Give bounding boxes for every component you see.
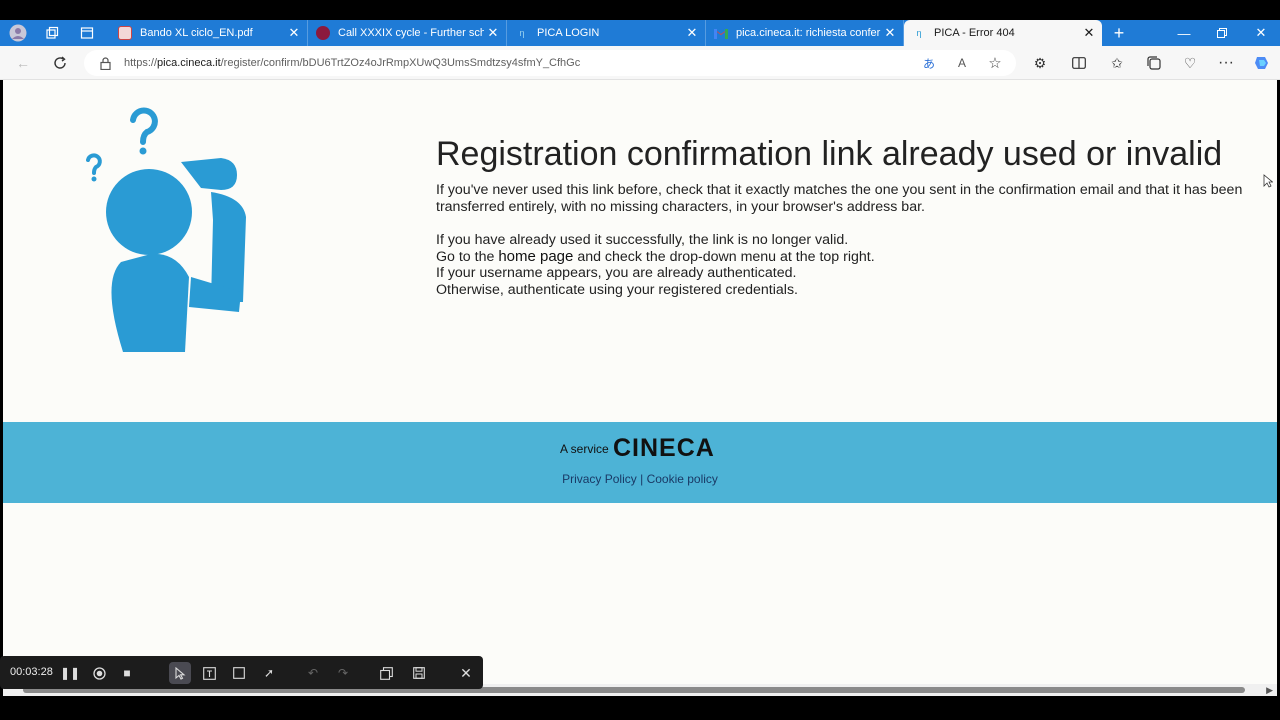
undo-icon[interactable]: ↶	[302, 662, 324, 684]
tab-bando-pdf[interactable]: Bando XL ciclo_EN.pdf ✕	[110, 20, 308, 46]
pica-icon: ƞ	[916, 28, 922, 38]
refresh-icon[interactable]	[49, 52, 71, 74]
split-screen-icon[interactable]	[1068, 52, 1090, 74]
authenticate-line: Otherwise, authenticate using your regis…	[436, 281, 798, 298]
more-menu-icon[interactable]: ···	[1215, 52, 1237, 74]
footer-links: Privacy Policy | Cookie policy	[3, 472, 1277, 486]
gmail-icon	[714, 26, 728, 40]
new-tab-button[interactable]: +	[1108, 23, 1130, 43]
tab-title: Call XXXIX cycle - Further schola	[338, 27, 484, 39]
site-icon	[316, 26, 330, 40]
tab-pica-login[interactable]: ƞ PICA LOGIN ✕	[507, 20, 706, 46]
instructions-paragraph: If you've never used this link before, c…	[436, 182, 1243, 215]
close-icon[interactable]: ✕	[683, 24, 701, 42]
translate-icon[interactable]: あ	[918, 52, 940, 74]
tab-title: PICA LOGIN	[537, 27, 600, 39]
close-window-button[interactable]: ✕	[1242, 20, 1280, 46]
tab-call-xxxix[interactable]: Call XXXIX cycle - Further schola ✕	[308, 20, 507, 46]
stop-icon[interactable]: ■	[116, 662, 138, 684]
read-aloud-icon[interactable]: A	[951, 52, 973, 74]
already-used-paragraph: If you have already used it successfully…	[436, 232, 1266, 298]
service-label: A service	[560, 442, 609, 456]
pica-icon: ƞ	[519, 28, 525, 38]
home-line-suffix: and check the drop-down menu at the top …	[573, 248, 875, 265]
already-used-line: If you have already used it successfully…	[436, 232, 849, 248]
tab-actions-icon[interactable]	[76, 23, 98, 43]
arrow-tool-icon[interactable]: ➚	[258, 662, 280, 684]
page-title: Registration confirmation link already u…	[436, 135, 1223, 173]
mouse-cursor-icon	[1263, 174, 1273, 188]
pause-icon[interactable]: ❚❚	[59, 662, 81, 684]
favorites-icon[interactable]: ✩	[1106, 52, 1128, 74]
pointer-tool-icon[interactable]	[169, 662, 191, 684]
favorite-star-icon[interactable]: ☆	[984, 52, 1006, 74]
save-icon[interactable]	[408, 662, 430, 684]
url-path: /register/confirm/bDU6TrtZOz4oJrRmpXUwQ3…	[220, 57, 581, 69]
tab-bar: Bando XL ciclo_EN.pdf ✕ Call XXXIX cycle…	[0, 20, 1280, 46]
scroll-right-arrow-icon[interactable]: ▶	[1266, 685, 1273, 696]
close-icon[interactable]: ✕	[285, 24, 303, 42]
tab-pica-error-404[interactable]: ƞ PICA - Error 404 ✕	[904, 20, 1102, 46]
minimize-button[interactable]: —	[1165, 20, 1203, 46]
screen-recorder-toolbar: 00:03:28 ❚❚ ■ ➚ ↶ ↷ ✕	[0, 656, 483, 689]
privacy-policy-link[interactable]: Privacy Policy	[562, 472, 637, 486]
url-text[interactable]: https://pica.cineca.it/register/confirm/…	[124, 50, 580, 76]
tab-title: pica.cineca.it: richiesta conferma	[736, 27, 881, 39]
close-recorder-icon[interactable]: ✕	[455, 662, 477, 684]
tab-title: PICA - Error 404	[934, 27, 1015, 39]
restore-button[interactable]	[1203, 20, 1241, 46]
redo-icon[interactable]: ↷	[332, 662, 354, 684]
link-separator: |	[640, 472, 644, 486]
record-icon[interactable]	[88, 662, 110, 684]
username-line: If your username appears, you are alread…	[436, 265, 797, 281]
url-scheme: https://	[124, 57, 158, 69]
screen: Bando XL ciclo_EN.pdf ✕ Call XXXIX cycle…	[0, 0, 1280, 720]
close-icon[interactable]: ✕	[484, 24, 502, 42]
collections-icon[interactable]	[1143, 52, 1165, 74]
cineca-logo[interactable]: CINECA	[613, 434, 715, 463]
profile-avatar[interactable]	[7, 23, 29, 43]
home-page-link[interactable]: home page	[498, 248, 573, 265]
workspaces-icon[interactable]	[41, 23, 63, 43]
close-icon[interactable]: ✕	[881, 24, 899, 42]
browser-essentials-icon[interactable]: ♡	[1179, 52, 1201, 74]
text-tool-icon[interactable]	[198, 662, 220, 684]
tab-title: Bando XL ciclo_EN.pdf	[140, 27, 253, 39]
page-content: Registration confirmation link already u…	[3, 80, 1277, 690]
cookie-policy-link[interactable]: Cookie policy	[647, 472, 718, 486]
recording-timer: 00:03:28	[10, 666, 53, 678]
confused-person-illustration	[86, 107, 246, 352]
home-page-line: Go to the home page and check the drop-d…	[436, 248, 1266, 266]
lock-icon[interactable]	[94, 52, 116, 74]
tab-gmail-conferma[interactable]: pica.cineca.it: richiesta conferma ✕	[706, 20, 904, 46]
rectangle-tool-icon[interactable]	[228, 662, 250, 684]
extensions-icon[interactable]: ⚙	[1029, 52, 1051, 74]
site-footer: A service CINECA Privacy Policy | Cookie…	[3, 422, 1277, 503]
address-bar[interactable]: https://pica.cineca.it/register/confirm/…	[84, 50, 1016, 76]
browser-toolbar: ← https://pica.cineca.it/register/confir…	[0, 46, 1280, 80]
pdf-icon	[118, 26, 132, 40]
url-host: pica.cineca.it	[157, 57, 221, 69]
copilot-icon[interactable]	[1251, 52, 1273, 74]
back-arrow-icon[interactable]: ←	[12, 52, 34, 74]
close-icon[interactable]: ✕	[1080, 24, 1098, 42]
home-line-prefix: Go to the	[436, 248, 499, 265]
copy-icon[interactable]	[375, 662, 397, 684]
